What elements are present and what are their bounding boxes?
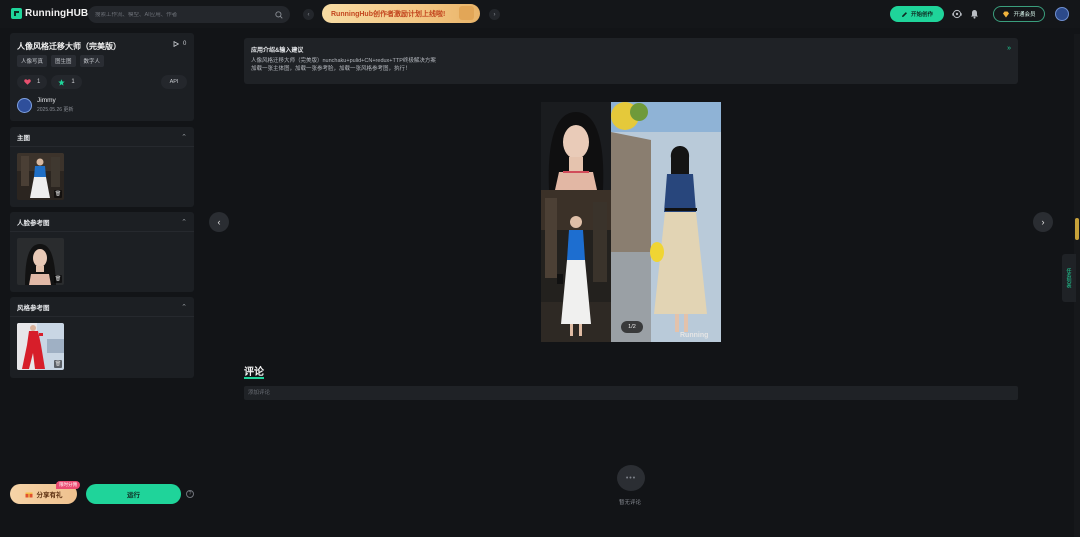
gift-icon <box>459 6 474 20</box>
logo-mark-icon <box>11 8 22 19</box>
section-header[interactable]: 人脸参考图 ⌃ <box>10 212 194 232</box>
face-reference-thumbnail[interactable]: 🗑 <box>17 238 64 285</box>
bell-icon[interactable] <box>970 9 979 19</box>
author-avatar[interactable] <box>17 97 32 113</box>
section-title: 人脸参考图 <box>17 219 50 227</box>
carousel-prev-icon[interactable]: ‹ <box>209 212 229 232</box>
user-avatar[interactable] <box>1055 7 1069 21</box>
chevron-up-icon[interactable]: ⌃ <box>181 218 187 226</box>
author-name[interactable]: Jimmy <box>37 97 73 104</box>
intro-title: 应用介绍&输入建议 <box>251 48 304 54</box>
section-title: 风格参考图 <box>17 304 50 312</box>
favorite-button[interactable]: 1 <box>51 75 82 89</box>
tag-item[interactable]: 数字人 <box>79 55 105 67</box>
chevron-double-down-icon[interactable]: » <box>1007 45 1011 52</box>
chevron-up-icon[interactable]: ⌃ <box>181 303 187 311</box>
main-image-section: 主图 ⌃ 🗑 <box>10 127 194 207</box>
share-button-label: 分享有礼 <box>36 492 63 499</box>
task-list-tab[interactable]: 任务列表 <box>1062 254 1076 302</box>
result-preview-image[interactable] <box>541 102 721 342</box>
watermark-text: Running <box>680 332 709 339</box>
vip-button[interactable]: 开通会员 <box>993 6 1045 22</box>
view-count-value: 0 <box>183 41 187 47</box>
search-input[interactable] <box>95 11 265 18</box>
logo[interactable]: RunningHUB <box>11 8 88 19</box>
scrollbar-thumb[interactable] <box>1075 218 1079 240</box>
empty-comments-text: 暂无评论 <box>619 500 642 506</box>
banner-prev-icon[interactable]: ‹ <box>303 9 314 20</box>
stats-row: 1 1 <box>17 75 82 89</box>
banner-next-icon[interactable]: › <box>489 9 500 20</box>
main-image-thumbnail[interactable]: 🗑 <box>17 153 64 200</box>
tag-list: 人像写真 图生图 数字人 <box>17 55 105 67</box>
intro-line: 加载一张主体图，加载一张参考脸，加载一张风格参考图，执行！ <box>251 66 411 72</box>
search-bar[interactable] <box>88 6 290 23</box>
style-reference-section: 风格参考图 ⌃ 🗑 <box>10 297 194 378</box>
comments-title: 评论 <box>244 367 264 378</box>
author-info[interactable]: Jimmy 2025.05.26 更新 <box>17 97 73 113</box>
vip-button-label: 开通会员 <box>1013 12 1036 18</box>
style-reference-thumbnail[interactable]: 🗑 <box>17 323 64 370</box>
heart-icon <box>24 79 31 85</box>
chevron-up-icon[interactable]: ⌃ <box>181 133 187 141</box>
comment-input[interactable] <box>244 386 1018 400</box>
play-icon <box>173 41 179 47</box>
carousel-pager: 1/2 <box>621 321 643 333</box>
star-icon <box>58 78 66 86</box>
intro-line: 人像风格迁移大师（完美版）nunchaku+pulid+CN+redux+TTP… <box>251 58 436 64</box>
run-button[interactable]: 运行 <box>86 484 181 504</box>
delete-icon[interactable]: 🗑 <box>54 275 62 283</box>
app-intro-panel: 应用介绍&输入建议 人像风格迁移大师（完美版）nunchaku+pulid+CN… <box>244 38 1018 84</box>
delete-icon[interactable]: 🗑 <box>54 360 62 368</box>
delete-icon[interactable]: 🗑 <box>54 190 62 198</box>
like-count: 1 <box>37 79 41 85</box>
watermark: Running <box>680 332 708 339</box>
pen-icon <box>901 11 907 17</box>
carousel-next-icon[interactable]: › <box>1033 212 1053 232</box>
search-icon[interactable] <box>275 10 283 19</box>
create-button-label: 开始创作 <box>910 12 933 18</box>
view-count: 0 <box>173 41 186 47</box>
gift-box-icon <box>25 492 32 498</box>
section-header[interactable]: 主图 ⌃ <box>10 127 194 147</box>
promo-badge: 限时分佣 <box>56 481 80 489</box>
promo-banner[interactable]: RunningHub创作者激励计划上线啦! <box>322 4 480 23</box>
community-icon[interactable] <box>952 9 962 19</box>
app-info-card: 人像风格迁移大师（完美版） 0 人像写真 图生图 数字人 1 1 API Jim… <box>10 33 194 121</box>
like-button[interactable]: 1 <box>17 75 48 89</box>
logo-text: RunningHUB <box>25 8 89 19</box>
api-button[interactable]: API <box>161 75 187 89</box>
diamond-icon <box>1003 11 1010 17</box>
favorite-count: 1 <box>71 79 75 85</box>
help-icon[interactable]: ? <box>186 490 194 498</box>
update-date: 2025.05.26 更新 <box>37 107 74 113</box>
empty-comments-icon: ••• <box>617 465 645 491</box>
banner-text: RunningHub创作者激励计划上线啦! <box>331 10 446 18</box>
section-header[interactable]: 风格参考图 ⌃ <box>10 297 194 317</box>
create-button[interactable]: 开始创作 <box>890 6 944 22</box>
face-reference-section: 人脸参考图 ⌃ 🗑 <box>10 212 194 292</box>
tag-item[interactable]: 人像写真 <box>17 55 48 67</box>
tag-item[interactable]: 图生图 <box>51 55 76 67</box>
section-title: 主图 <box>17 134 30 142</box>
app-title: 人像风格迁移大师（完美版） <box>17 42 121 51</box>
comments-underline <box>244 377 264 379</box>
